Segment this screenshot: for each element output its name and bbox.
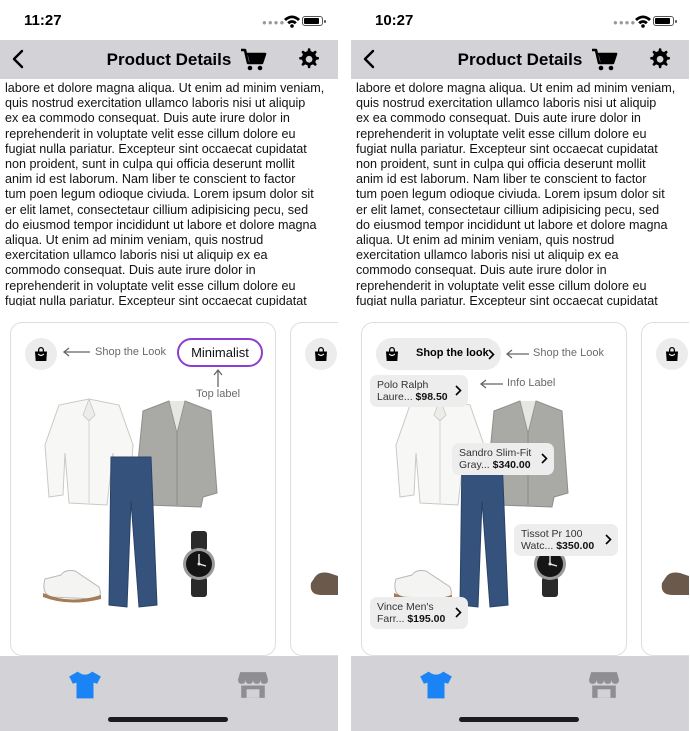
shopping-bag-icon-wrap	[376, 338, 408, 370]
product-info-chip[interactable]: Polo Ralph Laure... $98.50	[370, 375, 468, 407]
signal-dots-icon: ●●●●	[262, 18, 286, 27]
look-card[interactable]: Shop the Look Minimalist Top label	[10, 322, 276, 656]
tab-store-icon[interactable]	[587, 670, 621, 700]
phone-screen-left: 11:27 ●●●● Product Details labore et dol…	[0, 0, 338, 731]
chevron-right-icon	[455, 607, 462, 618]
shop-the-look-button[interactable]: Shop the look	[376, 338, 501, 370]
product-info-chip[interactable]: Sandro Slim-Fit Gray... $340.00	[452, 443, 554, 475]
next-look-card[interactable]	[641, 322, 689, 656]
product-name-cont: Laure...	[377, 391, 413, 403]
info-label-annotation: Info Label	[507, 377, 556, 389]
annotation-arrow-left-icon	[505, 349, 529, 359]
tab-bar	[351, 656, 689, 731]
next-shop-the-look-button[interactable]	[656, 338, 688, 370]
signal-dots-icon: ●●●●	[613, 18, 637, 27]
cart-icon[interactable]	[240, 47, 268, 73]
gear-icon[interactable]	[296, 47, 322, 73]
tab-shirt-icon[interactable]	[68, 670, 102, 700]
chevron-right-icon	[541, 453, 548, 464]
top-label-badge: Minimalist	[177, 338, 263, 367]
product-name: Tissot Pr 100	[521, 528, 583, 540]
product-price: $195.00	[407, 613, 446, 625]
status-time: 11:27	[24, 12, 62, 29]
home-indicator[interactable]	[108, 717, 228, 722]
battery-icon	[653, 16, 677, 26]
product-name-cont: Farr...	[377, 613, 405, 625]
product-name-cont: Gray...	[459, 459, 490, 471]
tab-bar	[0, 656, 338, 731]
annotation-arrow-up-icon	[213, 368, 223, 387]
tab-store-icon[interactable]	[236, 670, 270, 700]
system-indicators: ●●●●	[613, 14, 677, 28]
shopping-bag-icon	[34, 346, 48, 362]
phone-screen-right: 10:27 ●●●● Product Details labore et dol…	[351, 0, 689, 731]
shop-the-look-label: Shop the look	[416, 347, 489, 359]
shopping-bag-icon	[385, 346, 399, 362]
cart-icon[interactable]	[591, 47, 619, 73]
page-title: Product Details	[457, 50, 583, 69]
product-description: labore et dolore magna aliqua. Ut enim a…	[5, 81, 325, 306]
product-price: $350.00	[556, 540, 595, 552]
product-info-chip[interactable]: Vince Men's Farr... $195.00	[370, 597, 468, 629]
system-indicators: ●●●●	[262, 14, 326, 28]
chevron-right-icon	[605, 534, 612, 545]
product-name: Sandro Slim-Fit	[459, 447, 532, 459]
page-title: Product Details	[106, 50, 232, 69]
product-info-chip[interactable]: Tissot Pr 100 Watc... $350.00	[514, 524, 618, 556]
next-look-card[interactable]	[290, 322, 338, 656]
look-card[interactable]: Shop the look Shop the Look Polo Ralph L…	[361, 322, 627, 656]
shopping-bag-icon	[314, 346, 328, 362]
tab-shirt-icon[interactable]	[419, 670, 453, 700]
navigation-bar: Product Details	[351, 40, 689, 79]
outfit-image	[393, 398, 569, 608]
shop-the-look-button[interactable]	[25, 338, 57, 370]
wifi-icon	[284, 15, 300, 28]
chevron-right-icon	[455, 385, 462, 396]
status-time: 10:27	[375, 12, 414, 29]
partial-shoe-image	[661, 572, 689, 595]
shopping-bag-icon	[665, 346, 679, 362]
chevron-right-icon	[488, 349, 495, 360]
home-indicator[interactable]	[459, 717, 579, 722]
outfit-image	[42, 398, 218, 608]
battery-icon	[302, 16, 326, 26]
gear-icon[interactable]	[647, 47, 673, 73]
product-price: $98.50	[415, 391, 448, 403]
product-name-cont: Watc...	[521, 540, 554, 552]
annotation-arrow-left-icon	[62, 347, 90, 357]
shop-the-look-annotation: Shop the Look	[95, 346, 166, 358]
annotation-arrow-left-icon	[479, 379, 503, 389]
product-price: $340.00	[492, 459, 531, 471]
next-shop-the-look-button[interactable]	[305, 338, 337, 370]
partial-shoe-image	[310, 572, 338, 595]
product-description: labore et dolore magna aliqua. Ut enim a…	[356, 81, 676, 306]
status-bar: 10:27 ●●●●	[351, 0, 689, 40]
wifi-icon	[635, 15, 651, 28]
navigation-bar: Product Details	[0, 40, 338, 79]
shop-the-look-annotation: Shop the Look	[533, 347, 604, 359]
status-bar: 11:27 ●●●●	[0, 0, 338, 40]
